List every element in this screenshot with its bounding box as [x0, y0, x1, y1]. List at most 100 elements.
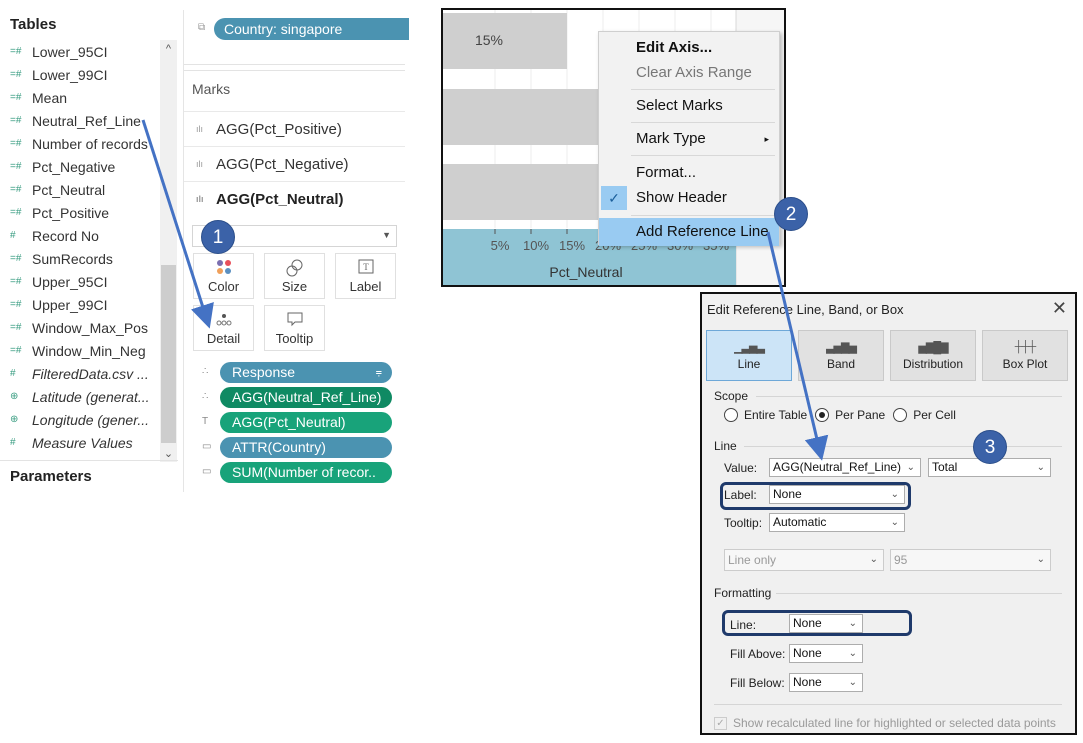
field-label: Pct_Positive — [32, 204, 110, 221]
menu-item-edit-axis[interactable]: Edit Axis... — [599, 36, 779, 60]
field-item[interactable]: =# Upper_95CI — [0, 270, 158, 293]
field-item[interactable]: # Measure Values — [0, 431, 158, 454]
divider — [714, 704, 1062, 705]
type-label: Box Plot — [1002, 356, 1048, 371]
close-icon[interactable]: ✕ — [1052, 298, 1067, 319]
type-button-band[interactable]: ▃▅▇▅ Band — [798, 330, 884, 381]
property-label: Tooltip — [275, 330, 314, 346]
globe-icon: ⊕ — [10, 414, 19, 425]
property-label: Label — [349, 278, 382, 294]
color-icon — [216, 259, 232, 279]
menu-item-select-marks[interactable]: Select Marks — [599, 94, 779, 118]
field-item[interactable]: =# Lower_99CI — [0, 63, 158, 86]
fill-above-select[interactable]: None ⌄ — [789, 644, 863, 663]
measure-icon: # — [10, 368, 16, 379]
label-button[interactable]: T Label — [335, 253, 396, 299]
marks-tab[interactable]: ılı AGG(Pct_Positive) — [184, 111, 405, 146]
field-item[interactable]: =# Pct_Neutral — [0, 178, 158, 201]
field-item[interactable]: # FilteredData.csv ... — [0, 362, 158, 385]
tooltip-select[interactable]: Automatic ⌄ — [769, 513, 905, 532]
field-pill[interactable]: ATTR(Country) — [220, 437, 392, 458]
menu-item-mark-type[interactable]: Mark Type ▸ — [599, 127, 779, 151]
scope-option-per-pane[interactable]: Per Pane — [815, 408, 885, 422]
value-label: Value: — [724, 461, 758, 475]
scope-option-entire-table[interactable]: Entire Table — [724, 408, 807, 422]
field-label: Window_Min_Neg — [32, 342, 146, 359]
menu-separator — [631, 155, 775, 156]
radio-button[interactable] — [724, 408, 738, 422]
dialog-title: Edit Reference Line, Band, or Box — [707, 302, 904, 317]
tooltip-label: Tooltip: — [724, 516, 763, 530]
field-item[interactable]: =# Window_Min_Neg — [0, 339, 158, 362]
scroll-thumb[interactable] — [161, 265, 176, 443]
scope-option-per-cell[interactable]: Per Cell — [893, 408, 956, 422]
filter-icon: ⧉ — [198, 22, 206, 33]
field-item[interactable]: =# Mean — [0, 86, 158, 109]
menu-item-clear-axis-range: Clear Axis Range — [599, 61, 779, 85]
field-item[interactable]: =# SumRecords — [0, 247, 158, 270]
field-item[interactable]: =# Number of records — [0, 132, 158, 155]
radio-button[interactable] — [893, 408, 908, 422]
field-pill[interactable]: SUM(Number of recor.. — [220, 462, 392, 483]
type-button-line[interactable]: ▁▃▅▃ Line — [706, 330, 792, 381]
value-select[interactable]: AGG(Neutral_Ref_Line) ⌄ — [769, 458, 921, 477]
marks-card: Marks ılı AGG(Pct_Positive) ılı AGG(Pct_Neg… — [184, 70, 405, 492]
field-item[interactable]: =# Pct_Positive — [0, 201, 158, 224]
field-label: Upper_99CI — [32, 296, 108, 313]
menu-separator — [631, 122, 775, 123]
marks-tab[interactable]: ılı AGG(Pct_Negative) — [184, 146, 405, 181]
field-pill[interactable]: AGG(Neutral_Ref_Line) — [220, 387, 392, 408]
line-format-select[interactable]: None ⌄ — [789, 614, 863, 633]
tooltip-select-text: Automatic — [773, 515, 827, 529]
fill-below-label: Fill Below: — [730, 676, 785, 690]
divider — [776, 593, 1062, 594]
sort-icon[interactable]: ⩦ — [376, 362, 382, 383]
filter-pill-country[interactable]: Country: singapore — [214, 18, 409, 40]
x-tick-label: 5% — [491, 238, 510, 253]
calc-measure-icon: =# — [10, 299, 22, 310]
field-item[interactable]: # Record No — [0, 224, 158, 247]
menu-item-format[interactable]: Format... — [599, 161, 779, 185]
calc-measure-icon: =# — [10, 276, 22, 287]
field-label: Lower_95CI — [32, 43, 108, 60]
detail-button[interactable]: Detail — [193, 305, 254, 351]
field-label: SumRecords — [32, 250, 113, 267]
field-pill[interactable]: AGG(Pct_Neutral) — [220, 412, 392, 433]
scope-label: Scope — [714, 389, 749, 403]
field-item[interactable]: =# Window_Max_Pos — [0, 316, 158, 339]
field-list-scrollbar[interactable]: ^ ⌄ — [160, 40, 177, 462]
calc-measure-icon: =# — [10, 207, 22, 218]
chevron-down-icon: ⌄ — [848, 677, 857, 688]
type-button-box-plot[interactable]: ┼┼┼ Box Plot — [982, 330, 1068, 381]
type-label: Band — [826, 356, 856, 371]
field-item[interactable]: =# Pct_Negative — [0, 155, 158, 178]
field-label: Neutral_Ref_Line — [32, 112, 141, 129]
field-item[interactable]: ⊕ Latitude (generat... — [0, 385, 158, 408]
chevron-down-icon: ⌄ — [890, 489, 899, 500]
field-label: Pct_Neutral — [32, 181, 106, 198]
menu-item-add-reference-line[interactable]: Add Reference Line — [599, 218, 779, 246]
size-button[interactable]: Size — [264, 253, 325, 299]
label-label: Label: — [724, 488, 757, 502]
radio-label: Per Cell — [913, 408, 956, 422]
color-button[interactable]: Color — [193, 253, 254, 299]
type-button-distribution[interactable]: ▅▇█▇ Distribution — [890, 330, 976, 381]
marks-tab[interactable]: ılı AGG(Pct_Neutral) — [184, 181, 405, 216]
field-item[interactable]: =# Lower_95CI — [0, 40, 158, 63]
bar[interactable] — [443, 13, 567, 69]
radio-button[interactable] — [815, 408, 830, 422]
recalc-option: ✓ Show recalculated line for highlighted… — [714, 716, 1056, 730]
scroll-up-icon[interactable]: ^ — [160, 40, 177, 58]
x-axis-title: Pct_Neutral — [549, 264, 622, 280]
field-pill[interactable]: Response ⩦ — [220, 362, 392, 383]
calc-measure-icon: =# — [10, 92, 22, 103]
label-select[interactable]: None ⌄ — [769, 485, 905, 504]
menu-item-label: Clear Axis Range — [636, 64, 752, 81]
field-item[interactable]: ⊕ Longitude (gener... — [0, 408, 158, 431]
box-plot-icon: ┼┼┼ — [1014, 340, 1036, 353]
field-item[interactable]: =# Neutral_Ref_Line — [0, 109, 158, 132]
field-item[interactable]: =# Upper_99CI — [0, 293, 158, 316]
radio-label: Entire Table — [744, 408, 808, 422]
fill-below-select[interactable]: None ⌄ — [789, 673, 863, 692]
tooltip-button[interactable]: Tooltip — [264, 305, 325, 351]
